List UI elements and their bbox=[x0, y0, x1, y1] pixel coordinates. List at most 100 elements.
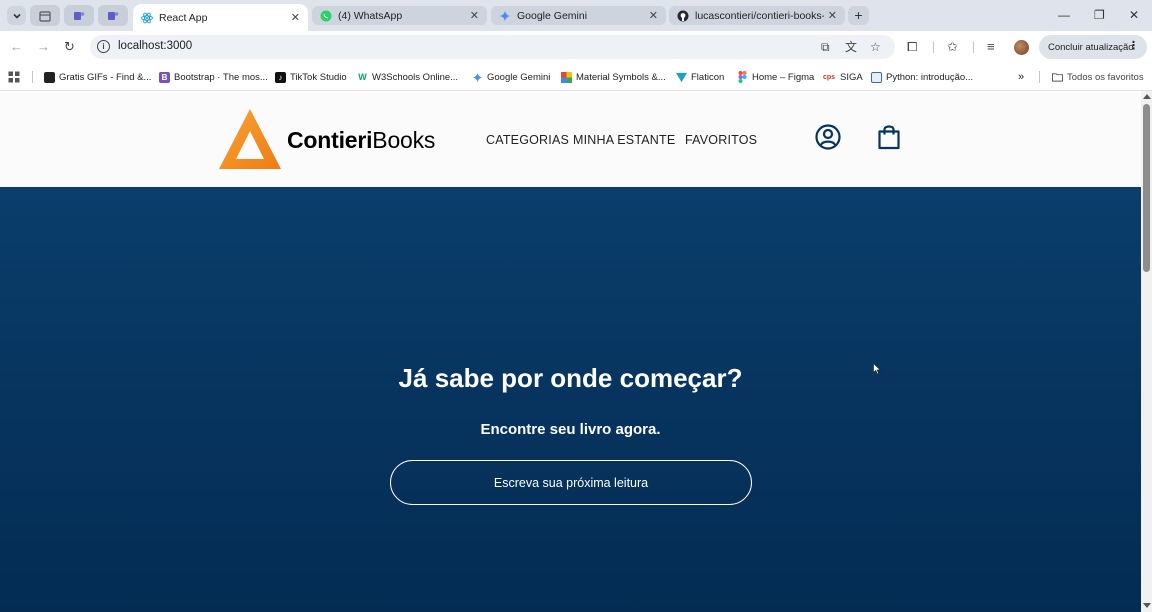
bookmarks-overflow-icon[interactable]: » bbox=[1018, 69, 1024, 85]
brand-bold: Contieri bbox=[287, 127, 373, 153]
bookmark-label: Flaticon bbox=[691, 71, 725, 83]
figma-icon bbox=[737, 71, 748, 83]
bookmark-item[interactable]: Home – Figma bbox=[737, 69, 814, 85]
bookmark-label: Home – Figma bbox=[752, 71, 815, 83]
close-icon[interactable]: ✕ bbox=[291, 11, 300, 24]
hero-banner bbox=[0, 187, 1141, 612]
bookmark-item[interactable]: cps SIGA bbox=[822, 69, 863, 85]
close-icon[interactable]: ✕ bbox=[828, 9, 837, 22]
pinned-tab-teams-2[interactable] bbox=[98, 5, 128, 26]
brand-name[interactable]: ContieriBooks bbox=[287, 127, 435, 154]
bookmark-item[interactable]: ♪ TikTok Studio bbox=[275, 69, 347, 85]
close-icon[interactable]: ✕ bbox=[649, 9, 658, 22]
all-bookmarks-folder[interactable]: Todos os favoritos bbox=[1052, 69, 1144, 85]
address-url: localhost:3000 bbox=[118, 40, 193, 52]
apps-grid-icon[interactable] bbox=[8, 69, 20, 85]
python-icon bbox=[871, 71, 882, 83]
book-search-input[interactable] bbox=[390, 460, 752, 505]
extensions-icon[interactable]: ⧠ bbox=[907, 39, 917, 55]
media-control-icon[interactable]: ≡ bbox=[987, 39, 995, 55]
bookmark-item[interactable]: W W3Schools Online... bbox=[357, 69, 458, 85]
bookmark-item[interactable]: Google Gemini bbox=[472, 69, 550, 85]
folder-icon bbox=[1052, 72, 1063, 83]
tab-gemini[interactable]: Google Gemini ✕ bbox=[491, 6, 666, 25]
close-icon[interactable]: ✕ bbox=[470, 9, 479, 22]
shopping-bag-icon[interactable] bbox=[877, 124, 901, 150]
favorites-icon[interactable]: ✩ bbox=[947, 39, 958, 55]
browser-toolbar: ← → ↻ i localhost:3000 ⧉ 文 ☆ ⧠ ✩ ≡ Concl… bbox=[0, 31, 1152, 63]
site-info-icon[interactable]: i bbox=[97, 40, 110, 53]
more-menu-icon[interactable]: ⋮ bbox=[1128, 39, 1139, 53]
tab-title: lucascontieri/contieri-books-al bbox=[695, 9, 824, 22]
update-button[interactable]: Concluir atualização ⋮ bbox=[1039, 35, 1147, 59]
profile-avatar[interactable] bbox=[1014, 40, 1029, 55]
tab-github[interactable]: lucascontieri/contieri-books-al ✕ bbox=[669, 6, 845, 25]
minimize-icon[interactable]: — bbox=[1058, 7, 1070, 23]
calendar-icon bbox=[39, 10, 51, 22]
pinned-tab-calendar[interactable] bbox=[30, 5, 60, 26]
bookmark-label: Bootstrap · The mos... bbox=[174, 71, 268, 83]
mouse-cursor-icon bbox=[873, 363, 881, 375]
github-icon bbox=[677, 10, 689, 22]
tab-title: (4) WhatsApp bbox=[338, 9, 403, 22]
restore-icon[interactable]: ❐ bbox=[1094, 7, 1105, 23]
hero-title: Já sabe por onde começar? bbox=[398, 363, 743, 393]
material-icon bbox=[561, 71, 572, 83]
browser-tab-strip: React App ✕ (4) WhatsApp ✕ Google Gemini… bbox=[0, 0, 1152, 31]
site-header: ContieriBooks CATEGORIAS MINHA ESTANTE F… bbox=[0, 91, 1141, 187]
tiktok-icon: ♪ bbox=[275, 71, 286, 83]
bookmark-item[interactable]: B Bootstrap · The mos... bbox=[159, 69, 268, 85]
tab-search-button[interactable] bbox=[7, 6, 26, 25]
bookmark-label: Todos os favoritos bbox=[1067, 71, 1144, 83]
bookmark-item[interactable]: Flaticon bbox=[676, 69, 724, 85]
bookmarks-divider bbox=[32, 71, 33, 83]
toolbar-divider bbox=[933, 41, 934, 53]
nav-categorias[interactable]: CATEGORIAS bbox=[486, 133, 569, 147]
pinned-tab-teams[interactable] bbox=[64, 5, 94, 26]
flaticon-icon bbox=[676, 72, 687, 83]
react-icon bbox=[141, 12, 153, 24]
reload-icon[interactable]: ↻ bbox=[64, 39, 75, 55]
update-button-label: Concluir atualização bbox=[1048, 41, 1134, 53]
page-scrollbar[interactable] bbox=[1141, 91, 1152, 612]
tab-title: React App bbox=[159, 11, 208, 24]
forward-arrow-icon[interactable]: → bbox=[37, 39, 50, 55]
bootstrap-icon: B bbox=[159, 71, 170, 83]
bookmarks-bar: Gratis GIFs - Find &... B Bootstrap · Th… bbox=[0, 63, 1152, 91]
gemini-icon bbox=[499, 10, 511, 22]
bookmark-star-icon[interactable]: ☆ bbox=[870, 40, 881, 54]
close-window-icon[interactable]: ✕ bbox=[1129, 7, 1139, 23]
tab-title: Google Gemini bbox=[517, 9, 588, 22]
user-profile-icon[interactable] bbox=[815, 124, 841, 150]
bookmark-label: SIGA bbox=[840, 71, 863, 83]
translate-icon[interactable]: 文 bbox=[845, 40, 857, 54]
scrollbar-thumb[interactable] bbox=[1143, 104, 1150, 272]
bookmark-item[interactable]: Python: introdução... bbox=[871, 69, 973, 85]
scroll-up-icon[interactable] bbox=[1143, 94, 1151, 99]
chevron-down-icon bbox=[12, 13, 21, 19]
bookmark-label: TikTok Studio bbox=[290, 71, 347, 83]
page-viewport: ContieriBooks CATEGORIAS MINHA ESTANTE F… bbox=[0, 91, 1141, 612]
nav-favoritos[interactable]: FAVORITOS bbox=[685, 133, 757, 147]
address-bar[interactable]: i localhost:3000 ⧉ 文 ☆ bbox=[90, 35, 895, 59]
new-tab-button[interactable]: + bbox=[848, 6, 869, 25]
w3schools-icon: W bbox=[358, 72, 367, 82]
bookmark-label: W3Schools Online... bbox=[372, 71, 459, 83]
teams-icon bbox=[108, 11, 119, 20]
bookmarks-divider bbox=[1039, 71, 1040, 83]
toolbar-divider bbox=[973, 41, 974, 53]
bookmark-label: Google Gemini bbox=[487, 71, 551, 83]
bookmark-item[interactable]: Material Symbols &... bbox=[561, 69, 666, 85]
bookmark-label: Python: introdução... bbox=[886, 71, 974, 83]
tab-whatsapp[interactable]: (4) WhatsApp ✕ bbox=[312, 6, 487, 25]
nav-minha-estante[interactable]: MINHA ESTANTE bbox=[573, 133, 675, 147]
gif-icon bbox=[44, 71, 55, 83]
install-app-icon[interactable]: ⧉ bbox=[821, 40, 830, 54]
siga-icon: cps bbox=[822, 73, 836, 81]
whatsapp-icon bbox=[320, 10, 332, 22]
scroll-down-icon[interactable] bbox=[1143, 603, 1151, 608]
logo-triangle-icon[interactable] bbox=[219, 109, 281, 171]
back-arrow-icon[interactable]: ← bbox=[10, 39, 23, 55]
tab-react-app[interactable]: React App ✕ bbox=[133, 4, 308, 31]
bookmark-item[interactable]: Gratis GIFs - Find &... bbox=[44, 69, 151, 85]
